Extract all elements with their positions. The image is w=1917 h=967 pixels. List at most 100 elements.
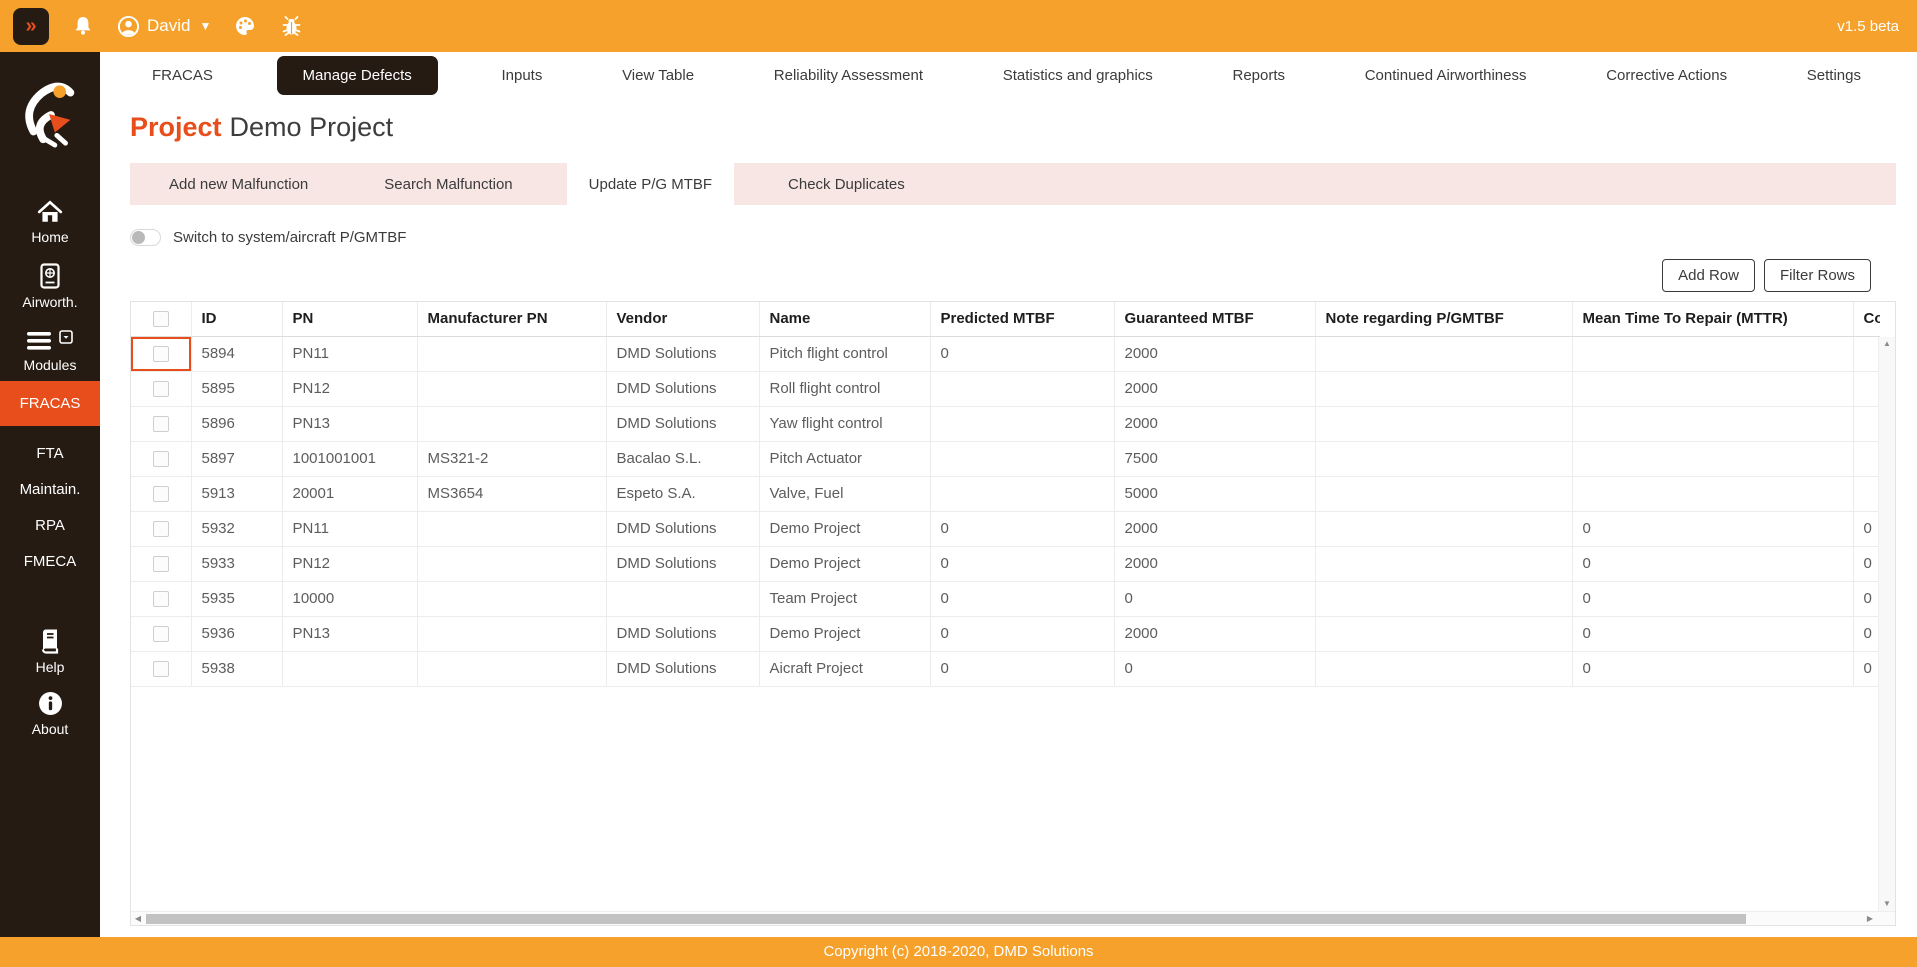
cell-note-regarding-p-gmtbf[interactable] xyxy=(1315,651,1572,686)
sidebar-item-rpa[interactable]: RPA xyxy=(35,517,65,534)
cell-guaranteed-mtbf[interactable]: 7500 xyxy=(1114,441,1315,476)
cell-name[interactable]: Roll flight control xyxy=(759,371,930,406)
row-checkbox[interactable] xyxy=(153,381,169,397)
cell-pn[interactable]: PN13 xyxy=(282,616,417,651)
vertical-scrollbar[interactable]: ▲ ▼ xyxy=(1878,337,1895,911)
tab-search-malfunction[interactable]: Search Malfunction xyxy=(362,163,534,205)
sidebar-item-maintain[interactable]: Maintain. xyxy=(20,481,81,498)
cell-vendor[interactable] xyxy=(606,581,759,616)
nav-tab-continued-airworthiness[interactable]: Continued Airworthiness xyxy=(1349,57,1543,94)
sidebar-item-home[interactable]: Home xyxy=(31,200,68,245)
notifications-bell-icon[interactable] xyxy=(71,14,95,38)
row-checkbox[interactable] xyxy=(153,556,169,572)
cell-pn[interactable] xyxy=(282,651,417,686)
nav-tab-reports[interactable]: Reports xyxy=(1216,57,1301,94)
nav-tab-manage-defects[interactable]: Manage Defects xyxy=(277,56,438,95)
cell-guaranteed-mtbf[interactable]: 2000 xyxy=(1114,336,1315,371)
cell-name[interactable]: Yaw flight control xyxy=(759,406,930,441)
cell-id[interactable]: 5897 xyxy=(191,441,282,476)
select-all-checkbox[interactable] xyxy=(153,311,169,327)
cell-manufacturer-pn[interactable] xyxy=(417,546,606,581)
cell-name[interactable]: Pitch Actuator xyxy=(759,441,930,476)
nav-tab-fracas[interactable]: FRACAS xyxy=(136,57,229,94)
cell-id[interactable]: 5895 xyxy=(191,371,282,406)
cell-predicted-mtbf[interactable]: 0 xyxy=(930,546,1114,581)
cell-mean-time-to-repair-mttr[interactable]: 0 xyxy=(1572,581,1853,616)
cell-predicted-mtbf[interactable] xyxy=(930,476,1114,511)
cell-checkbox[interactable] xyxy=(131,336,191,371)
cell-co[interactable]: 0 xyxy=(1853,651,1880,686)
cell-id[interactable]: 5938 xyxy=(191,651,282,686)
cell-pn[interactable]: PN11 xyxy=(282,511,417,546)
cell-mean-time-to-repair-mttr[interactable] xyxy=(1572,406,1853,441)
nav-tab-view-table[interactable]: View Table xyxy=(606,57,710,94)
cell-manufacturer-pn[interactable] xyxy=(417,581,606,616)
cell-vendor[interactable]: DMD Solutions xyxy=(606,651,759,686)
cell-mean-time-to-repair-mttr[interactable]: 0 xyxy=(1572,511,1853,546)
cell-mean-time-to-repair-mttr[interactable]: 0 xyxy=(1572,546,1853,581)
cell-pn[interactable]: PN12 xyxy=(282,546,417,581)
sidebar-item-about[interactable]: About xyxy=(32,691,69,737)
cell-checkbox[interactable] xyxy=(131,581,191,616)
nav-tab-statistics-and-graphics[interactable]: Statistics and graphics xyxy=(987,57,1169,94)
cell-manufacturer-pn[interactable] xyxy=(417,406,606,441)
cell-note-regarding-p-gmtbf[interactable] xyxy=(1315,616,1572,651)
cell-checkbox[interactable] xyxy=(131,371,191,406)
horizontal-scrollbar[interactable]: ◀ ▶ xyxy=(131,911,1895,925)
debug-bug-icon[interactable] xyxy=(279,14,304,38)
cell-vendor[interactable]: DMD Solutions xyxy=(606,336,759,371)
cell-note-regarding-p-gmtbf[interactable] xyxy=(1315,476,1572,511)
row-checkbox[interactable] xyxy=(153,486,169,502)
cell-name[interactable]: Demo Project xyxy=(759,616,930,651)
cell-guaranteed-mtbf[interactable]: 2000 xyxy=(1114,546,1315,581)
cell-checkbox[interactable] xyxy=(131,441,191,476)
cell-vendor[interactable]: DMD Solutions xyxy=(606,406,759,441)
row-checkbox[interactable] xyxy=(153,346,169,362)
cell-note-regarding-p-gmtbf[interactable] xyxy=(1315,511,1572,546)
cell-manufacturer-pn[interactable]: MS3654 xyxy=(417,476,606,511)
cell-pn[interactable]: PN13 xyxy=(282,406,417,441)
cell-vendor[interactable]: DMD Solutions xyxy=(606,511,759,546)
cell-predicted-mtbf[interactable]: 0 xyxy=(930,336,1114,371)
theme-palette-icon[interactable] xyxy=(233,14,257,38)
scroll-left-icon[interactable]: ◀ xyxy=(131,912,145,926)
cell-manufacturer-pn[interactable] xyxy=(417,651,606,686)
scroll-down-icon[interactable]: ▼ xyxy=(1879,897,1895,911)
cell-predicted-mtbf[interactable]: 0 xyxy=(930,616,1114,651)
cell-id[interactable]: 5933 xyxy=(191,546,282,581)
sidebar-item-fracas[interactable]: FRACAS xyxy=(0,381,100,426)
cell-id[interactable]: 5896 xyxy=(191,406,282,441)
user-menu[interactable]: David ▼ xyxy=(117,15,211,38)
nav-tab-settings[interactable]: Settings xyxy=(1791,57,1877,94)
cell-id[interactable]: 5913 xyxy=(191,476,282,511)
scroll-up-icon[interactable]: ▲ xyxy=(1879,337,1895,351)
nav-tab-corrective-actions[interactable]: Corrective Actions xyxy=(1590,57,1743,94)
cell-predicted-mtbf[interactable] xyxy=(930,371,1114,406)
cell-pn[interactable]: PN12 xyxy=(282,371,417,406)
sidebar-item-fmeca[interactable]: FMECA xyxy=(24,553,77,570)
cell-name[interactable]: Demo Project xyxy=(759,546,930,581)
cell-predicted-mtbf[interactable]: 0 xyxy=(930,581,1114,616)
cell-id[interactable]: 5935 xyxy=(191,581,282,616)
tab-update-p-g-mtbf[interactable]: Update P/G MTBF xyxy=(567,163,734,205)
cell-guaranteed-mtbf[interactable]: 2000 xyxy=(1114,616,1315,651)
cell-guaranteed-mtbf[interactable]: 2000 xyxy=(1114,406,1315,441)
cell-name[interactable]: Team Project xyxy=(759,581,930,616)
cell-guaranteed-mtbf[interactable]: 0 xyxy=(1114,651,1315,686)
tab-check-duplicates[interactable]: Check Duplicates xyxy=(766,163,927,205)
nav-tab-inputs[interactable]: Inputs xyxy=(485,57,558,94)
sidebar-collapse-button[interactable]: » xyxy=(13,8,49,45)
cell-predicted-mtbf[interactable]: 0 xyxy=(930,511,1114,546)
cell-note-regarding-p-gmtbf[interactable] xyxy=(1315,371,1572,406)
scroll-right-icon[interactable]: ▶ xyxy=(1863,912,1877,926)
cell-vendor[interactable]: DMD Solutions xyxy=(606,616,759,651)
cell-mean-time-to-repair-mttr[interactable]: 0 xyxy=(1572,616,1853,651)
cell-pn[interactable]: 1001001001 xyxy=(282,441,417,476)
cell-checkbox[interactable] xyxy=(131,406,191,441)
cell-id[interactable]: 5936 xyxy=(191,616,282,651)
cell-checkbox[interactable] xyxy=(131,651,191,686)
sidebar-item-airworthiness[interactable]: Airworth. xyxy=(22,263,77,310)
cell-vendor[interactable]: DMD Solutions xyxy=(606,371,759,406)
cell-checkbox[interactable] xyxy=(131,616,191,651)
filter-rows-button[interactable]: Filter Rows xyxy=(1764,259,1871,292)
